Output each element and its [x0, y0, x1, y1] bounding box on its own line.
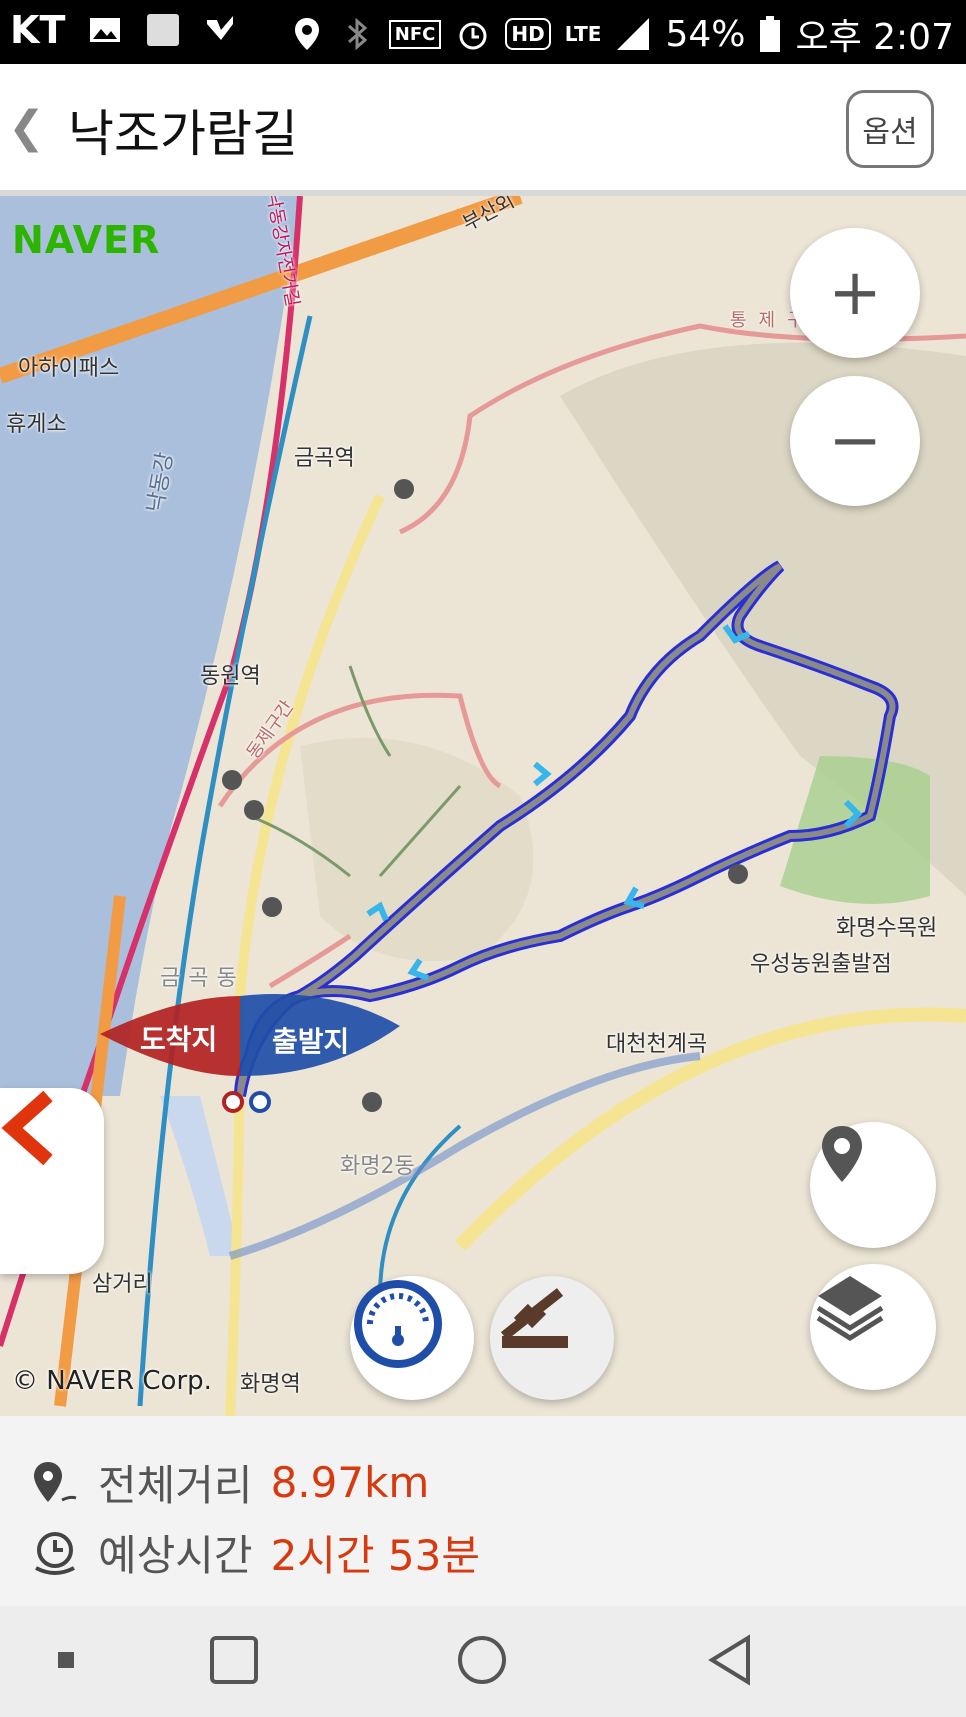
lte-icon: LTE [564, 22, 602, 46]
chevron-left-icon [1, 1090, 53, 1166]
map-canvas [0, 196, 966, 1416]
clock-icon [35, 1531, 75, 1575]
time-value: 2시간 53분 [270, 1531, 480, 1580]
speed-button[interactable] [350, 1276, 474, 1400]
overview-icon[interactable] [208, 1634, 260, 1686]
departure-flag[interactable]: 출발지 [272, 1020, 349, 1060]
side-panel-toggle[interactable] [0, 1088, 104, 1274]
route-summary: 전체거리 8.97km 예상시간 2시간 53분 [0, 1416, 966, 1606]
system-nav-bar [0, 1606, 966, 1717]
back-icon[interactable] [706, 1634, 754, 1686]
square-icon [147, 14, 180, 46]
minus-icon: − [828, 404, 882, 478]
map-label-daecheon-valley: 대천천계곡 [606, 1032, 708, 1057]
arrival-flag[interactable]: 도착지 [140, 1018, 217, 1058]
check-icon [207, 16, 234, 40]
time-label: 예상시간 [98, 1531, 253, 1580]
map-label-hwamyeong2dong: 화명2동 [340, 1154, 415, 1179]
back-button[interactable]: ❮ [8, 102, 45, 153]
plus-icon: + [828, 256, 882, 330]
map-view[interactable]: NAVER 아하이패스 휴게소 낙동강 금곡역 동원역 금곡동 대천천계곡 화명… [0, 196, 966, 1416]
layers-button[interactable] [810, 1264, 936, 1390]
page-title: 낙조가람길 [68, 105, 298, 163]
map-label-arboretum: 화명수목원 [836, 916, 938, 941]
status-bar: KT NFC HD LTE 54% 오후 2:07 [0, 0, 966, 64]
location-icon [294, 18, 319, 50]
map-label-geumgok-station: 금곡역 [294, 446, 355, 471]
app-bar: ❮ 낙조가람길 옵션 [0, 64, 966, 196]
battery-percent: 54% [665, 13, 746, 55]
clock: 오후 2:07 [795, 17, 954, 58]
bluetooth-icon [347, 17, 368, 51]
nfc-icon: NFC [388, 19, 442, 49]
location-pin-icon [822, 1126, 862, 1182]
map-label-ahai-pass: 아하이패스 [18, 356, 120, 381]
carrier-label: KT [10, 8, 66, 52]
hd-icon: HD [505, 18, 551, 50]
time-row: 예상시간 2시간 53분 [30, 1522, 480, 1583]
map-label-hwamyeong-station: 화명역 [240, 1372, 301, 1397]
recent-icon[interactable] [56, 1650, 76, 1670]
speedometer-icon [354, 1280, 442, 1368]
slope-button[interactable] [490, 1276, 614, 1400]
zoom-out-button[interactable]: − [790, 376, 920, 506]
layers-icon [816, 1276, 884, 1341]
signal-icon [617, 18, 650, 50]
distance-label: 전체거리 [98, 1461, 253, 1510]
distance-row: 전체거리 8.97km [30, 1452, 429, 1513]
zoom-in-button[interactable]: + [790, 228, 920, 358]
home-icon[interactable] [456, 1634, 508, 1686]
my-location-button[interactable] [810, 1122, 936, 1248]
map-label-farm-entrance: 우성농원출발점 [750, 952, 892, 977]
map-label-samgeori: 삼거리 [92, 1272, 153, 1297]
distance-pin-icon [34, 1461, 77, 1502]
distance-value: 8.97km [270, 1458, 430, 1507]
map-label-geumgok-dong: 금곡동 [160, 966, 245, 991]
map-copyright: © NAVER Corp. [12, 1366, 212, 1396]
alarm-icon [459, 22, 487, 50]
image-icon [90, 18, 121, 42]
map-label-rest-area: 휴게소 [6, 412, 67, 437]
slope-icon [500, 1288, 568, 1348]
naver-logo: NAVER [12, 218, 161, 262]
battery-icon [760, 16, 781, 52]
map-label-dongwon-station: 동원역 [200, 664, 261, 689]
options-button[interactable]: 옵션 [846, 90, 934, 168]
